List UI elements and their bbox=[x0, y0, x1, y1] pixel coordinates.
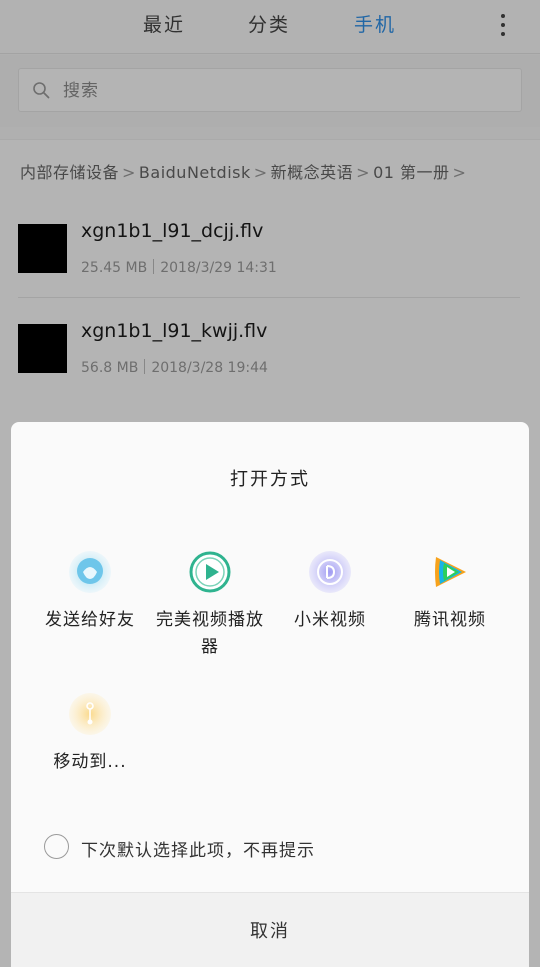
app-option-tencent-video[interactable]: 腾讯视频 bbox=[390, 550, 510, 640]
app-label: 腾讯视频 bbox=[414, 610, 486, 630]
move-to-icon bbox=[69, 693, 111, 735]
cancel-label: 取消 bbox=[250, 921, 290, 942]
dialog-title: 打开方式 bbox=[230, 469, 310, 490]
mi-video-icon bbox=[309, 551, 351, 593]
app-label: 完美视频播放器 bbox=[156, 610, 264, 657]
app-label: 移动到... bbox=[53, 752, 127, 772]
app-option-send-to-friend[interactable]: 发送给好友 bbox=[30, 550, 150, 640]
app-option-perfect-player[interactable]: 完美视频播放器 bbox=[150, 550, 270, 670]
remember-choice-radio[interactable] bbox=[44, 834, 69, 859]
app-option-mi-video[interactable]: 小米视频 bbox=[270, 550, 390, 640]
app-label: 发送给好友 bbox=[45, 610, 135, 630]
app-option-move-to[interactable]: 移动到... bbox=[30, 692, 150, 782]
app-label: 小米视频 bbox=[294, 610, 366, 630]
tencent-video-icon bbox=[435, 557, 466, 587]
open-with-dialog: 打开方式 发送给好友 完美视频播放器 小米视频 腾讯视频 移动到... 下次默认… bbox=[11, 422, 529, 967]
perfect-player-icon bbox=[189, 551, 231, 593]
cancel-button[interactable]: 取消 bbox=[11, 892, 529, 967]
qq-icon bbox=[69, 551, 111, 593]
remember-choice-label: 下次默认选择此项，不再提示 bbox=[81, 841, 315, 861]
